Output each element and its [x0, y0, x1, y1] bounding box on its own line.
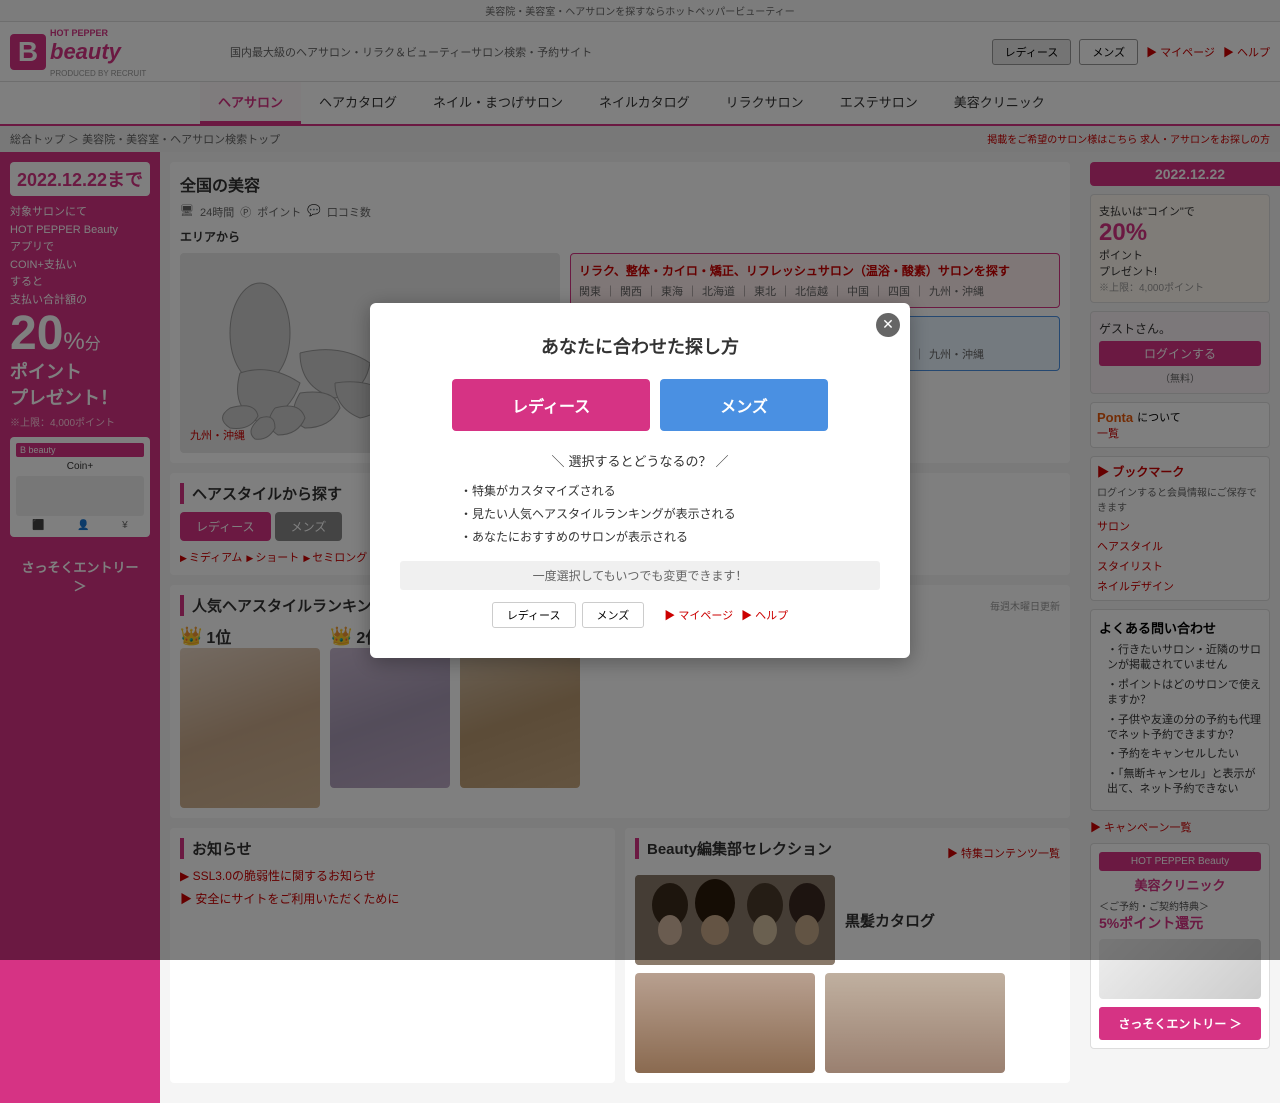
feature-img-1[interactable]	[635, 973, 815, 1073]
feature-imgs	[635, 973, 1060, 1073]
modal-buttons: レディース メンズ	[400, 379, 880, 431]
modal-mypage-link[interactable]: ▶ マイページ	[664, 607, 733, 623]
modal-bottom: レディース メンズ ▶ マイページ ▶ ヘルプ	[400, 602, 880, 628]
modal-overlay[interactable]: ✕ あなたに合わせた探し方 レディース メンズ 選択するとどうなるの？ 特集がカ…	[0, 0, 1280, 960]
modal-mens-button[interactable]: メンズ	[660, 379, 828, 431]
modal-help-link[interactable]: ▶ ヘルプ	[741, 607, 788, 623]
modal-bottom-tabs: レディース メンズ	[492, 602, 644, 628]
modal-feature-3: あなたにおすすめのサロンが表示される	[460, 528, 880, 545]
modal-bottom-tab-ladies[interactable]: レディース	[492, 602, 576, 628]
feature-img-2[interactable]	[825, 973, 1005, 1073]
modal-note: 一度選択してもいつでも変更できます！	[400, 561, 880, 590]
modal-ladies-button[interactable]: レディース	[452, 379, 650, 431]
modal-title: あなたに合わせた探し方	[400, 333, 880, 359]
modal-dialog: ✕ あなたに合わせた探し方 レディース メンズ 選択するとどうなるの？ 特集がカ…	[370, 303, 910, 658]
modal-feature-2: 見たい人気ヘアスタイルランキングが表示される	[460, 505, 880, 522]
modal-bottom-links: ▶ マイページ ▶ ヘルプ	[664, 607, 788, 623]
modal-close-button[interactable]: ✕	[876, 313, 900, 337]
modal-feature-1: 特集がカスタマイズされる	[460, 482, 880, 499]
modal-bottom-tab-mens[interactable]: メンズ	[582, 602, 645, 628]
modal-features-list: 特集がカスタマイズされる 見たい人気ヘアスタイルランキングが表示される あなたに…	[400, 482, 880, 545]
clinic-entry-button[interactable]: さっそくエントリー ＞	[1099, 1007, 1261, 1040]
modal-subtitle: 選択するとどうなるの？	[400, 451, 880, 470]
